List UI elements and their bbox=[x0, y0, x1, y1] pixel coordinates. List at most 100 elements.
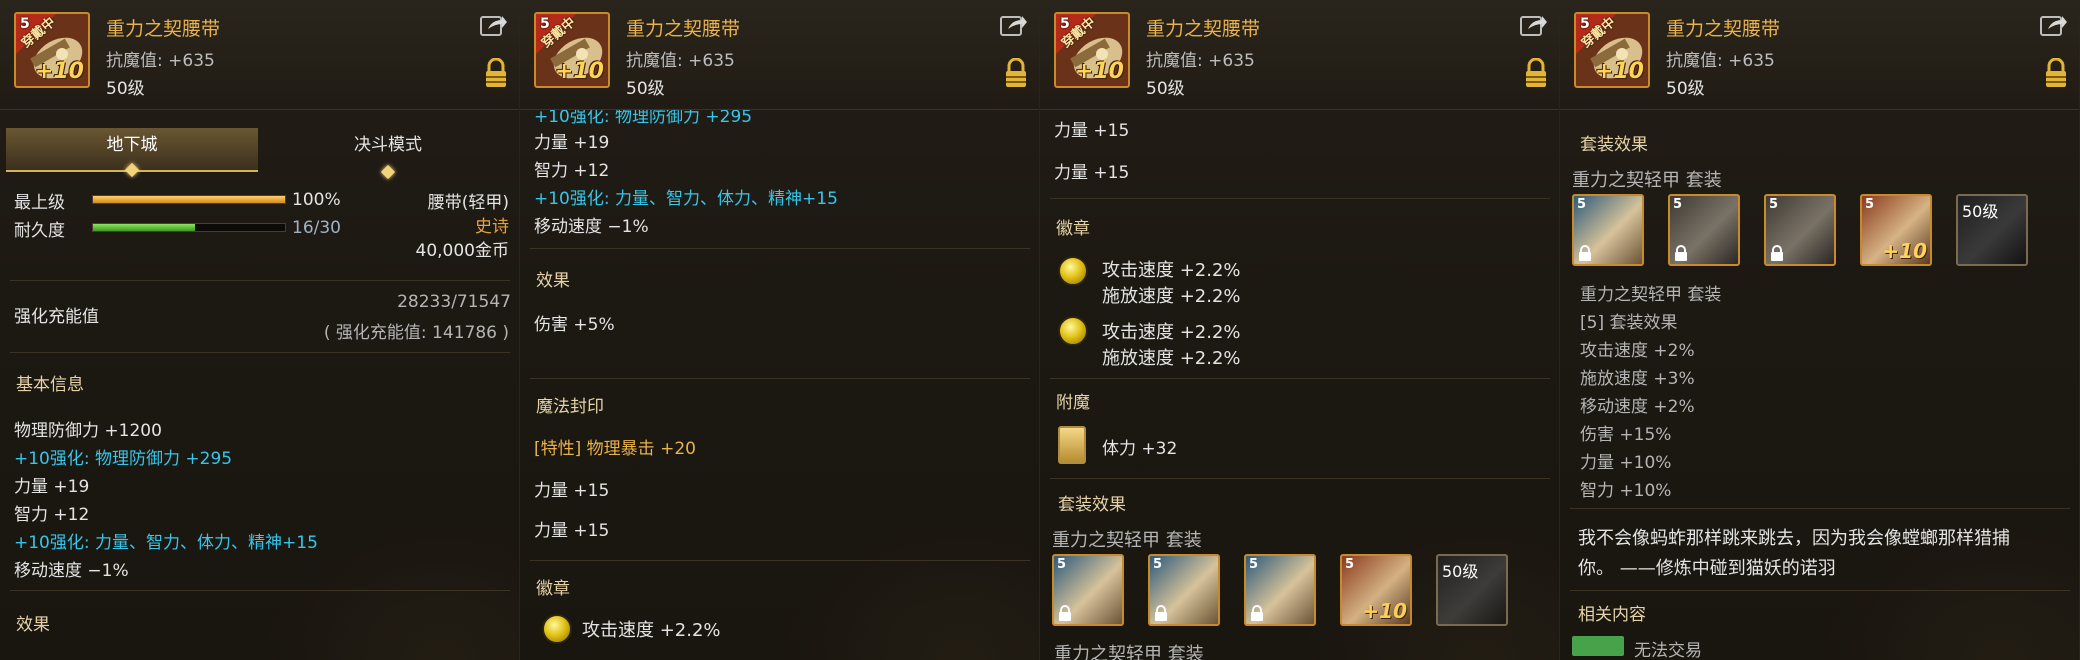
emblem-icon bbox=[542, 614, 572, 644]
set-piece-icon[interactable]: 5 bbox=[1244, 554, 1316, 626]
piece-lock-icon bbox=[1251, 605, 1263, 621]
item-header: 5 穿戴中 +10 重力之契腰带 抗魔值: +635 50级 bbox=[0, 0, 519, 110]
effect-title: 效果 bbox=[16, 615, 50, 635]
set-piece-icon[interactable]: 50级 bbox=[1956, 194, 2028, 266]
piece-grade: 5 bbox=[1577, 197, 1587, 212]
lock-icon[interactable] bbox=[484, 58, 508, 88]
piece-grade: 5 bbox=[1769, 197, 1779, 212]
reinforce-value: 28233/71547 bbox=[397, 292, 511, 312]
set-title: 套装效果 bbox=[1580, 135, 1648, 155]
reinforce-total: ( 强化充能值: 141786 ) bbox=[323, 323, 509, 343]
item-name: 重力之契腰带 bbox=[1146, 18, 1261, 40]
seal-title: 魔法封印 bbox=[536, 397, 604, 417]
emblem-line: 攻击速度 +2.2% bbox=[1102, 260, 1241, 281]
upgrade-badge: +10 bbox=[34, 59, 84, 84]
lock-icon[interactable] bbox=[2044, 58, 2068, 88]
emblem-icon bbox=[1058, 256, 1088, 286]
piece-lock-icon bbox=[1155, 605, 1167, 621]
divider bbox=[1050, 478, 1550, 479]
divider bbox=[10, 352, 510, 353]
tooltip-panel-2: +10强化: 物理防御力 +295 5 穿戴中 +10 重力之契腰带 抗魔值: … bbox=[520, 0, 1040, 660]
stat-line: 智力 +12 bbox=[14, 505, 90, 525]
upgrade-badge: +10 bbox=[1362, 599, 1407, 623]
piece-grade: 5 bbox=[1865, 197, 1875, 212]
stat-line: 智力 +12 bbox=[534, 161, 610, 181]
item-level: 50级 bbox=[1146, 79, 1185, 99]
durability-bar bbox=[92, 223, 286, 232]
share-icon[interactable] bbox=[1000, 14, 1028, 36]
emblem-line: 施放速度 +2.2% bbox=[1102, 348, 1241, 369]
upgrade-badge: +10 bbox=[1594, 59, 1644, 84]
set-bonus-line: 智力 +10% bbox=[1580, 481, 1672, 501]
set-bonus-line: 施放速度 +3% bbox=[1580, 369, 1695, 389]
set-piece-icon[interactable]: 5 +10 bbox=[1340, 554, 1412, 626]
grade-bar-fill bbox=[93, 196, 285, 203]
grade-label: 最上级 bbox=[14, 193, 65, 213]
seal-line: 力量 +15 bbox=[1054, 163, 1130, 183]
piece-lock-icon bbox=[1675, 245, 1687, 261]
item-type: 腰带(轻甲) bbox=[427, 193, 509, 213]
set-piece-icon[interactable]: 5 bbox=[1572, 194, 1644, 266]
seal-trait: [特性] 物理暴击 +20 bbox=[534, 439, 696, 459]
reinforce-label: 强化充能值 bbox=[14, 307, 99, 327]
piece-grade: 5 bbox=[1249, 557, 1259, 572]
set-bonus-line: 伤害 +15% bbox=[1580, 425, 1672, 445]
tab-dungeon[interactable]: 地下城 bbox=[6, 128, 258, 178]
divider bbox=[530, 248, 1030, 249]
item-name: 重力之契腰带 bbox=[626, 18, 741, 40]
tab-dungeon-label: 地下城 bbox=[106, 135, 158, 155]
tab-indicator-icon bbox=[124, 162, 140, 178]
set-piece-icon[interactable]: 50级 bbox=[1436, 554, 1508, 626]
share-icon[interactable] bbox=[2040, 14, 2068, 36]
emblem-icon bbox=[1058, 316, 1088, 346]
set-name: 重力之契轻甲 套装 bbox=[1052, 530, 1202, 551]
divider bbox=[1570, 590, 2070, 591]
set-piece-icon[interactable]: 5 bbox=[1148, 554, 1220, 626]
upgrade-badge: +10 bbox=[1882, 239, 1927, 263]
set-level-label: 50级 bbox=[1962, 202, 1999, 221]
stat-line: 移动速度 −1% bbox=[14, 561, 129, 581]
seal-line: 力量 +15 bbox=[534, 521, 610, 541]
divider bbox=[1050, 378, 1550, 379]
divider bbox=[530, 560, 1030, 561]
related-tag bbox=[1572, 636, 1624, 656]
grade-bar bbox=[92, 195, 286, 204]
flavor-text: 我不会像蚂蚱那样跳来跳去，因为我会像螳螂那样猎捕 bbox=[1578, 528, 2010, 549]
belt-item-icon: 5 穿戴中 +10 bbox=[534, 12, 610, 88]
emblem-line: 攻击速度 +2.2% bbox=[582, 620, 721, 641]
related-line-clipped: 无法交易 bbox=[1634, 641, 1702, 660]
set-bonus-line: 攻击速度 +2% bbox=[1580, 341, 1695, 361]
mode-tabs: 地下城 决斗模式 bbox=[6, 128, 514, 180]
durability-value: 16/30 bbox=[292, 218, 341, 238]
set-piece-icon[interactable]: 5 bbox=[1668, 194, 1740, 266]
set-piece-icon[interactable]: 5 +10 bbox=[1860, 194, 1932, 266]
tooltip-panel-1: 5 穿戴中 +10 重力之契腰带 抗魔值: +635 50级 地下城 决斗模式 … bbox=[0, 0, 520, 660]
belt-item-icon: 5 穿戴中 +10 bbox=[1054, 12, 1130, 88]
tab-indicator-icon bbox=[380, 164, 396, 180]
tab-pvp-label: 决斗模式 bbox=[354, 135, 422, 155]
stat-line: +10强化: 物理防御力 +295 bbox=[14, 449, 233, 469]
stat-line: 物理防御力 +1200 bbox=[14, 421, 162, 441]
lock-icon[interactable] bbox=[1524, 58, 1548, 88]
lock-icon[interactable] bbox=[1004, 58, 1028, 88]
set-level-label: 50级 bbox=[1442, 562, 1479, 581]
share-icon[interactable] bbox=[480, 14, 508, 36]
set-sub-clipped: 重力之契轻甲 套装 bbox=[1054, 644, 1204, 660]
item-resist: 抗魔值: +635 bbox=[626, 51, 735, 71]
share-icon[interactable] bbox=[1520, 14, 1548, 36]
item-level: 50级 bbox=[106, 79, 145, 99]
set-piece-icon[interactable]: 5 bbox=[1764, 194, 1836, 266]
stat-line: +10强化: 力量、智力、体力、精神+15 bbox=[534, 189, 838, 209]
tab-pvp[interactable]: 决斗模式 bbox=[262, 128, 514, 180]
tooltip-panel-4: 5 穿戴中 +10 重力之契腰带 抗魔值: +635 50级 套装效果 重力之契… bbox=[1560, 0, 2080, 660]
belt-item-icon: 5 穿戴中 +10 bbox=[14, 12, 90, 88]
set-piece-icon[interactable]: 5 bbox=[1052, 554, 1124, 626]
item-level: 50级 bbox=[1666, 79, 1705, 99]
piece-lock-icon bbox=[1059, 605, 1071, 621]
flavor-text: 你。 ——修炼中碰到猫妖的诺羽 bbox=[1578, 558, 1836, 579]
seal-line: 力量 +15 bbox=[534, 481, 610, 501]
effect-title: 效果 bbox=[536, 271, 570, 291]
item-name: 重力之契腰带 bbox=[106, 18, 221, 40]
divider bbox=[1050, 198, 1550, 199]
set-bonus-line: 移动速度 +2% bbox=[1580, 397, 1695, 417]
